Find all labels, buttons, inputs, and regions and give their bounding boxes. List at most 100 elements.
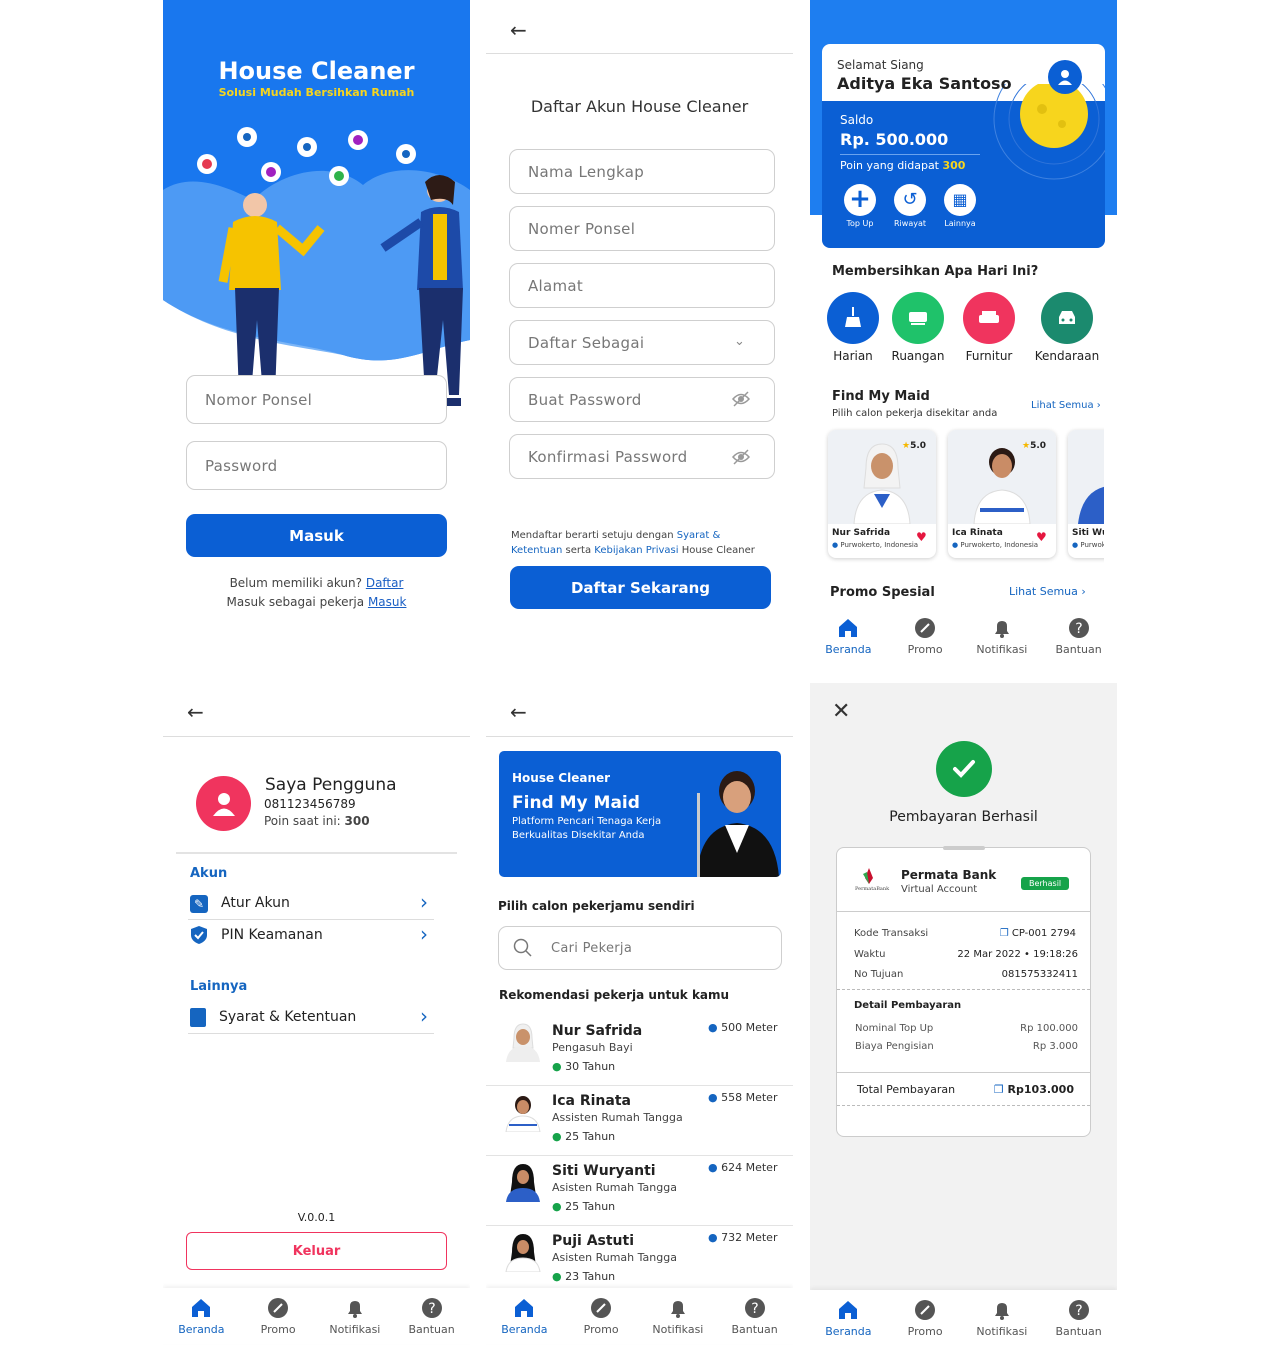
waktu-value: 22 Mar 2022 • 19:18:26 [957, 949, 1078, 960]
nav-promo[interactable]: Promo [566, 1296, 636, 1336]
nav-beranda[interactable]: Beranda [813, 1298, 883, 1338]
terms-post: House Cleaner [681, 545, 755, 556]
nav-label: Beranda [501, 1323, 548, 1336]
see-all-maids-link[interactable]: Lihat Semua › [1031, 400, 1101, 411]
eye-off-icon[interactable] [731, 448, 751, 466]
history-action[interactable]: ↺ Riwayat [890, 184, 930, 228]
harian-category-icon[interactable] [827, 292, 879, 344]
nav-label: Bantuan [731, 1323, 778, 1336]
list-fade [1104, 425, 1117, 565]
eye-off-icon[interactable] [731, 390, 751, 408]
nav-beranda[interactable]: Beranda [166, 1296, 236, 1336]
age-text: 25 Tahun [565, 1130, 616, 1143]
avatar-icon[interactable] [1048, 60, 1082, 94]
heart-icon[interactable]: ♥ [1036, 530, 1047, 544]
nav-notifikasi[interactable]: Notifikasi [320, 1296, 390, 1336]
heart-icon[interactable]: ♥ [916, 530, 927, 544]
maid-card[interactable]: ★5.0 Nur Safrida ● Purwokerto, Indonesia… [828, 430, 936, 558]
nav-label: Promo [260, 1323, 296, 1336]
pin-keamanan-item[interactable]: PIN Keamanan › [188, 922, 434, 952]
card-divider [837, 911, 1090, 912]
nav-bantuan[interactable]: ? Bantuan [720, 1296, 790, 1336]
close-icon[interactable]: ✕ [832, 699, 850, 724]
password-input[interactable]: Password [186, 441, 447, 490]
banner-portrait [697, 771, 779, 877]
points-value: 300 [942, 159, 966, 172]
maid-name: Ica Rinata [952, 528, 1003, 538]
copy-icon[interactable]: ❐ [1000, 928, 1009, 939]
nav-notifikasi[interactable]: Notifikasi [643, 1296, 713, 1336]
nav-beranda[interactable]: Beranda [489, 1296, 559, 1336]
phone-input[interactable]: Nomor Ponsel [186, 375, 447, 424]
back-arrow-icon[interactable]: ← [510, 700, 527, 724]
nav-label: Promo [907, 1325, 943, 1338]
rating: ★5.0 [902, 441, 926, 451]
login-button[interactable]: Masuk [186, 514, 447, 557]
worker-role: Asisten Rumah Tangga [552, 1181, 677, 1194]
register-now-button[interactable]: Daftar Sekarang [510, 566, 771, 609]
register-link[interactable]: Daftar [366, 576, 404, 590]
back-arrow-icon[interactable]: ← [510, 18, 527, 42]
pick-title: Pilih calon pekerjamu sendiri [498, 899, 695, 913]
copy-icon[interactable]: ❐ [994, 1083, 1004, 1096]
worker-distance: ● 558 Meter [708, 1091, 777, 1104]
find-title: Find My Maid [832, 389, 930, 404]
full-name-input[interactable]: Nama Lengkap [509, 149, 775, 194]
nav-promo[interactable]: Promo [890, 1298, 960, 1338]
nav-promo[interactable]: Promo [243, 1296, 313, 1336]
grid-icon: ▦ [944, 184, 976, 216]
nav-label: Beranda [178, 1323, 225, 1336]
nav-beranda[interactable]: Beranda [813, 616, 883, 656]
promo-title: Promo Spesial [830, 585, 935, 600]
phone-number-input[interactable]: Nomer Ponsel [509, 206, 775, 251]
search-placeholder: Cari Pekerja [551, 940, 633, 956]
nav-notifikasi[interactable]: Notifikasi [967, 616, 1037, 656]
search-input[interactable]: Cari Pekerja [498, 926, 782, 970]
maid-card[interactable]: ★5.0 Ica Rinata ● Purwokerto, Indonesia … [948, 430, 1056, 558]
worker-row[interactable]: Nur Safrida Pengasuh Bayi ● 30 Tahun ● 5… [486, 1016, 793, 1086]
star-icon: ★ [1022, 441, 1031, 451]
nav-promo[interactable]: Promo [890, 616, 960, 656]
help-icon: ? [1068, 1300, 1089, 1320]
nav-bantuan[interactable]: ? Bantuan [1044, 616, 1114, 656]
bottom-nav: Beranda Promo Notifikasi ? Bantuan [486, 1288, 793, 1344]
privacy-link[interactable]: Kebijakan Privasi [594, 545, 678, 556]
address-input[interactable]: Alamat [509, 263, 775, 308]
atur-akun-item[interactable]: ✎ Atur Akun › [188, 890, 434, 920]
status-dot-icon: ● [552, 1200, 562, 1213]
worker-avatar [506, 1023, 540, 1062]
back-arrow-icon[interactable]: ← [187, 700, 204, 724]
promo-see-all-link[interactable]: Lihat Semua › [1009, 585, 1086, 598]
ruangan-category-icon[interactable] [892, 292, 944, 344]
nav-bantuan[interactable]: ? Bantuan [1044, 1298, 1114, 1338]
shield-check-icon [191, 926, 207, 944]
bottom-nav: Beranda Promo Notifikasi ? Bantuan [810, 608, 1117, 660]
worker-row[interactable]: Ica Rinata Assisten Rumah Tangga ● 25 Ta… [486, 1086, 793, 1156]
terms-item[interactable]: Syarat & Ketentuan › [188, 1004, 434, 1034]
worker-distance: ● 732 Meter [708, 1231, 777, 1244]
more-action[interactable]: ▦ Lainnya [940, 184, 980, 228]
distance-text: 624 Meter [721, 1161, 778, 1174]
moon-graphic [993, 84, 1105, 180]
nav-label: Notifikasi [976, 643, 1028, 656]
logout-button[interactable]: Keluar [186, 1232, 447, 1270]
pin-icon: ● [708, 1161, 718, 1174]
topup-action[interactable]: + Top Up [840, 184, 880, 228]
points-value: 300 [344, 814, 370, 828]
nominal-value: Rp 100.000 [1020, 1023, 1078, 1034]
worker-row[interactable]: Siti Wuryanti Asisten Rumah Tangga ● 25 … [486, 1156, 793, 1226]
home-icon [192, 1299, 211, 1317]
worker-login-link[interactable]: Masuk [368, 595, 407, 609]
worker-age: ● 25 Tahun [552, 1200, 615, 1213]
furnitur-category-icon[interactable] [963, 292, 1015, 344]
biaya-label: Biaya Pengisian [855, 1041, 934, 1052]
kendaraan-category-icon[interactable] [1041, 292, 1093, 344]
ruangan-label: Ruangan [891, 349, 945, 363]
nominal-label: Nominal Top Up [855, 1023, 934, 1034]
nav-bantuan[interactable]: ? Bantuan [397, 1296, 467, 1336]
profile-divider [176, 852, 457, 854]
worker-row[interactable]: Puji Astuti Asisten Rumah Tangga ● 23 Ta… [486, 1226, 793, 1296]
nav-label: Promo [583, 1323, 619, 1336]
nav-notifikasi[interactable]: Notifikasi [967, 1298, 1037, 1338]
chevron-right-icon: › [420, 1004, 428, 1028]
